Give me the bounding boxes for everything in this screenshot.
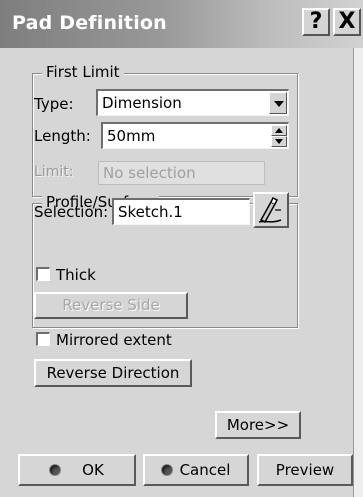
thick-checkbox[interactable]	[36, 267, 50, 281]
mirrored-extent-checkbox[interactable]	[36, 332, 50, 346]
title-bar[interactable]: Pad Definition ? X	[0, 0, 363, 48]
length-value: 50mm	[107, 127, 156, 145]
dialog-edge	[353, 48, 363, 497]
selection-field[interactable]: Sketch.1	[112, 198, 250, 225]
window-title: Pad Definition	[12, 12, 167, 34]
length-spinner[interactable]	[271, 125, 287, 147]
ok-radio-icon	[50, 464, 61, 475]
cancel-button[interactable]: Cancel	[143, 454, 249, 486]
ok-label: OK	[82, 461, 104, 479]
preview-button[interactable]: Preview	[257, 454, 353, 486]
reverse-direction-button[interactable]: Reverse Direction	[34, 359, 192, 387]
type-value: Dimension	[102, 94, 182, 112]
help-button[interactable]: ?	[302, 8, 330, 36]
first-limit-title: First Limit	[42, 63, 124, 81]
pad-definition-dialog: Pad Definition ? X First Limit Type: Dim…	[0, 0, 363, 497]
cancel-label: Cancel	[179, 461, 231, 479]
close-button[interactable]: X	[333, 8, 361, 36]
spin-down-icon[interactable]	[271, 136, 287, 147]
selection-label: Selection:	[34, 203, 109, 221]
type-label: Type:	[34, 95, 74, 113]
cancel-radio-icon	[161, 464, 172, 475]
length-field[interactable]: 50mm	[101, 122, 289, 149]
length-label: Length:	[34, 127, 91, 145]
sketch-icon[interactable]	[253, 192, 289, 228]
reverse-side-button: Reverse Side	[34, 292, 188, 319]
limit-field: No selection	[98, 161, 265, 185]
sketch-pencil-icon	[258, 196, 282, 223]
type-dropdown[interactable]: Dimension	[96, 89, 289, 116]
thick-label: Thick	[56, 266, 96, 284]
more-button[interactable]: More>>	[215, 411, 301, 439]
mirrored-extent-label: Mirrored extent	[56, 331, 172, 349]
chevron-down-icon[interactable]	[269, 92, 287, 114]
spin-up-icon[interactable]	[271, 125, 287, 136]
ok-button[interactable]: OK	[18, 454, 136, 486]
limit-label: Limit:	[34, 164, 74, 180]
